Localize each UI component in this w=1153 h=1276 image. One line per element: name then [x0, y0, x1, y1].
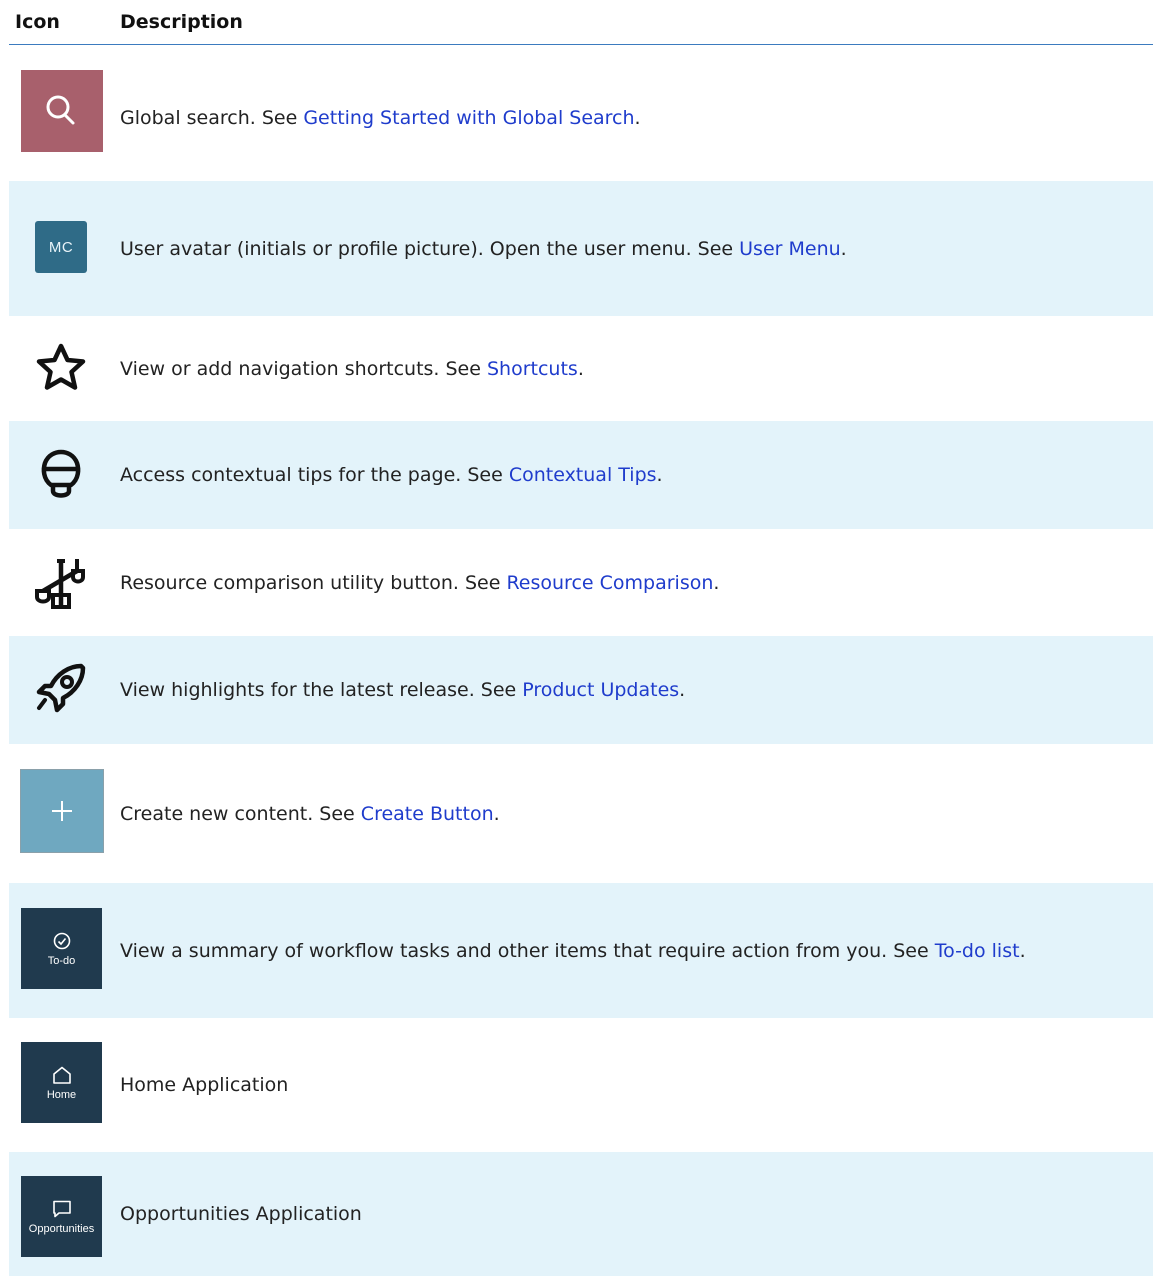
table-header: Icon Description: [9, 0, 1153, 45]
contextual-tips-link[interactable]: Contextual Tips: [509, 464, 657, 486]
row-description: View highlights for the latest release. …: [120, 679, 686, 701]
table-row-home: Home Home Application: [9, 1018, 1153, 1152]
table-row-resource-comparison: Resource comparison utility button. See …: [9, 529, 1153, 636]
plus-icon[interactable]: [20, 769, 104, 853]
row-description: User avatar (initials or profile picture…: [120, 237, 847, 260]
home-tile-label: Home: [46, 1088, 77, 1101]
home-tile[interactable]: Home: [21, 1042, 102, 1123]
table-row-create-button: Create new content. See Create Button.: [9, 744, 1153, 883]
todo-list-link[interactable]: To-do list: [935, 940, 1020, 962]
row-description: Global search. See Getting Started with …: [120, 107, 641, 129]
check-circle-icon: [53, 932, 70, 949]
table-row-product-updates: View highlights for the latest release. …: [9, 636, 1153, 744]
rocket-icon[interactable]: [29, 656, 93, 720]
table-row-todo: To-do View a summary of workflow tasks a…: [9, 883, 1153, 1018]
global-search-link[interactable]: Getting Started with Global Search: [303, 107, 634, 129]
lightbulb-icon[interactable]: [29, 443, 93, 507]
icon-column-header: Icon: [15, 11, 60, 33]
search-icon[interactable]: [21, 70, 103, 152]
row-description: Opportunities Application: [120, 1203, 362, 1225]
table-row-user-avatar: MC User avatar (initials or profile pict…: [9, 181, 1153, 316]
user-menu-link[interactable]: User Menu: [739, 238, 841, 260]
todo-tile-label: To-do: [47, 954, 76, 967]
product-updates-link[interactable]: Product Updates: [522, 679, 679, 701]
todo-tile[interactable]: To-do: [21, 908, 102, 989]
opportunities-tile[interactable]: Opportunities: [21, 1176, 102, 1257]
icon-reference-table: Icon Description Global search. See Gett…: [9, 0, 1153, 1276]
chat-bubble-icon: [52, 1200, 71, 1217]
row-description: Home Application: [120, 1074, 289, 1096]
star-icon[interactable]: [29, 336, 93, 400]
row-description: View a summary of workflow tasks and oth…: [120, 939, 1026, 962]
row-description: Resource comparison utility button. See …: [120, 571, 720, 594]
create-button-link[interactable]: Create Button: [361, 803, 494, 825]
row-description: View or add navigation shortcuts. See Sh…: [120, 357, 584, 380]
row-description: Access contextual tips for the page. See…: [120, 464, 663, 486]
home-icon: [52, 1066, 71, 1084]
table-row-contextual-tips: Access contextual tips for the page. See…: [9, 421, 1153, 529]
opportunities-tile-label: Opportunities: [28, 1222, 95, 1235]
avatar-icon[interactable]: MC: [35, 221, 87, 273]
balance-scale-icon[interactable]: [29, 551, 93, 615]
table-row-shortcuts: View or add navigation shortcuts. See Sh…: [9, 316, 1153, 421]
row-description: Create new content. See Create Button.: [120, 802, 500, 825]
description-column-header: Description: [120, 11, 243, 33]
resource-comparison-link[interactable]: Resource Comparison: [506, 572, 713, 594]
table-row-opportunities: Opportunities Opportunities Application: [9, 1152, 1153, 1276]
shortcuts-link[interactable]: Shortcuts: [487, 358, 578, 380]
table-row-global-search: Global search. See Getting Started with …: [9, 45, 1153, 181]
